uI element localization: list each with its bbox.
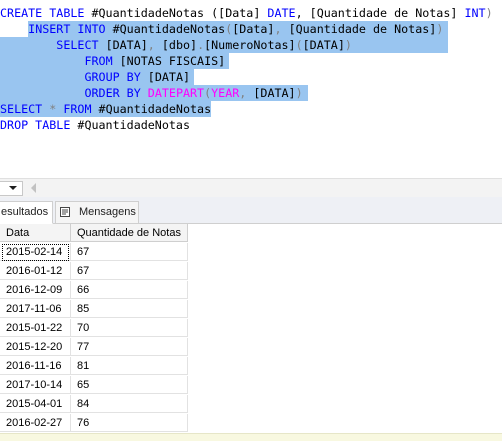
code-token: #QuantidadeNotas (	[91, 6, 219, 20]
code-token: (	[295, 38, 303, 52]
cell-quantidade[interactable]: 66	[71, 281, 188, 299]
tab-messages-label: Mensagens	[79, 206, 136, 218]
cell-quantidade[interactable]: 85	[71, 300, 188, 318]
tab-results[interactable]: esultados	[0, 201, 53, 224]
cell-data[interactable]: 2015-01-22	[0, 319, 71, 337]
cell-data[interactable]: 2016-01-12	[0, 262, 71, 280]
code-token: [DATA]	[253, 86, 296, 100]
code-token: ORDER BY	[84, 86, 148, 100]
cell-data[interactable]: 2016-02-27	[0, 414, 71, 432]
code-token: )	[344, 38, 352, 52]
chevron-down-icon	[9, 186, 17, 190]
cell-data[interactable]: 2015-04-01	[0, 395, 71, 413]
code-token: , [Quantidade de Notas]	[295, 6, 465, 20]
sql-editor[interactable]: CREATE TABLE #QuantidadeNotas ([Data] DA…	[0, 0, 502, 178]
code-token: [DATA]	[302, 38, 345, 52]
zoom-dropdown[interactable]	[0, 181, 23, 196]
code-token: DATE	[267, 6, 296, 20]
cell-focus-outline	[2, 244, 69, 261]
code-token: [NOTAS FISCAIS]	[119, 54, 226, 68]
code-token: SELECT	[56, 38, 106, 52]
code-token: #QuantidadeNotas	[98, 102, 212, 116]
code-token: DATEPART	[147, 86, 205, 100]
cell-quantidade[interactable]: 67	[71, 243, 188, 261]
code-token: INT	[464, 6, 486, 20]
code-token: CREATE TABLE	[0, 6, 92, 20]
code-token: )	[485, 6, 493, 20]
code-token: #QuantidadeNotas	[77, 118, 190, 132]
code-token: YEAR	[211, 86, 240, 100]
code-token: INSERT INTO	[28, 22, 113, 36]
code-token: )	[436, 22, 444, 36]
cell-data[interactable]: 2017-11-06	[0, 300, 71, 318]
code-token: )	[295, 86, 303, 100]
cell-quantidade[interactable]: 67	[71, 262, 188, 280]
column-header-quantidade[interactable]: Quantidade de Notas	[71, 224, 188, 242]
cell-data[interactable]: 2016-11-16	[0, 357, 71, 375]
editor-status-strip	[0, 178, 502, 198]
cell-quantidade[interactable]: 77	[71, 338, 188, 356]
code-token: [Data]	[232, 22, 275, 36]
code-line[interactable]: CREATE TABLE #QuantidadeNotas ([Data] DA…	[0, 5, 493, 21]
column-header-data[interactable]: Data	[0, 224, 71, 242]
scroll-left-arrow-icon[interactable]	[31, 183, 36, 193]
cell-data[interactable]: 2017-10-14	[0, 376, 71, 394]
code-line[interactable]: SELECT [DATA], [dbo].[NumeroNotas]([DATA…	[0, 37, 352, 53]
cell-data[interactable]: 2016-12-09	[0, 281, 71, 299]
code-token: GROUP BY	[84, 70, 148, 84]
code-token: FROM	[63, 102, 99, 116]
code-line[interactable]: ORDER BY DATEPART(YEAR, [DATA])	[0, 85, 303, 101]
code-line[interactable]: GROUP BY [DATA]	[0, 69, 190, 85]
cell-quantidade[interactable]: 65	[71, 376, 188, 394]
code-token: [Quantidade de Notas]	[288, 22, 437, 36]
code-token: FROM	[84, 54, 120, 68]
code-token: *	[49, 102, 64, 116]
code-token: [dbo]	[161, 38, 198, 52]
code-line[interactable]: FROM [NOTAS FISCAIS]	[0, 53, 225, 69]
code-token: [NumeroNotas]	[204, 38, 296, 52]
code-token: ,	[239, 86, 254, 100]
cell-quantidade[interactable]: 70	[71, 319, 188, 337]
cell-data[interactable]: 2015-12-20	[0, 338, 71, 356]
tab-messages[interactable]: Mensagens	[55, 201, 139, 224]
code-token: [DATA]	[105, 38, 148, 52]
code-line[interactable]: INSERT INTO #QuantidadeNotas([Data], [Qu…	[0, 21, 443, 37]
cell-quantidade[interactable]: 76	[71, 414, 188, 432]
code-token: SELECT	[0, 102, 50, 116]
results-grid[interactable]: Data Quantidade de Notas 2015-02-14 67 201…	[0, 224, 502, 440]
code-token: [Data]	[218, 6, 268, 20]
cell-quantidade[interactable]: 81	[71, 357, 188, 375]
code-token: DROP TABLE	[0, 118, 78, 132]
code-token: #QuantidadeNotas	[112, 22, 226, 36]
code-line[interactable]: DROP TABLE #QuantidadeNotas	[0, 117, 190, 133]
cell-quantidade[interactable]: 84	[71, 395, 188, 413]
code-token: ,	[147, 38, 162, 52]
results-tabs: esultados Mensagens	[0, 197, 502, 224]
code-token: [DATA]	[147, 70, 191, 84]
messages-icon	[60, 207, 70, 217]
code-line[interactable]: SELECT * FROM #QuantidadeNotas	[0, 101, 211, 117]
code-token: ,	[274, 22, 289, 36]
tab-results-label: esultados	[1, 206, 49, 218]
